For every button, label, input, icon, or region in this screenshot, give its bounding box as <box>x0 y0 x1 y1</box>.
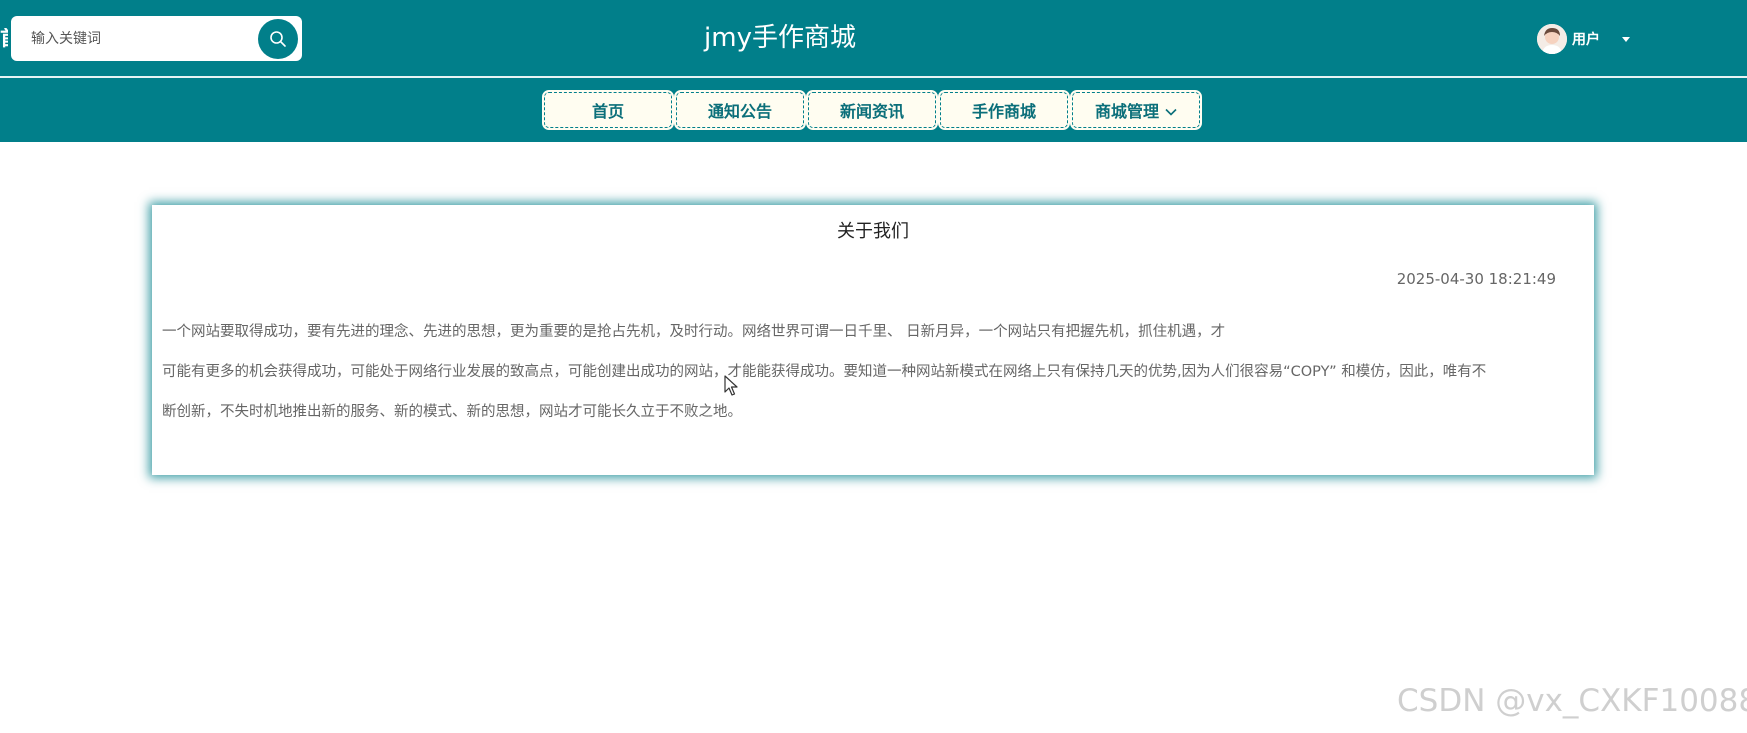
article-card: 关于我们 2025-04-30 18:21:49 一个网站要取得成功，要有先进的… <box>152 205 1594 475</box>
nav-item-news[interactable]: 新闻资讯 <box>806 90 938 130</box>
mouse-cursor-icon <box>724 375 738 396</box>
nav-item-label: 首页 <box>591 102 624 121</box>
search-button[interactable] <box>258 19 298 59</box>
article-body: 一个网站要取得成功，要有先进的理念、先进的思想，更为重要的是抢占先机，及时行动。… <box>162 320 1578 440</box>
search-box <box>11 16 302 61</box>
nav-item-label: 手作商城 <box>971 102 1036 121</box>
caret-down-icon <box>1622 37 1630 42</box>
nav-list: 首页 通知公告 新闻资讯 手作商城 商城管理 <box>542 90 1202 130</box>
search-input[interactable] <box>23 22 279 55</box>
article-date: 2025-04-30 18:21:49 <box>1396 270 1556 288</box>
article-paragraph: 可能有更多的机会获得成功，可能处于网络行业发展的致高点，可能创建出成功的网站，才… <box>162 364 1487 380</box>
nav-item-label: 通知公告 <box>707 102 772 121</box>
article-paragraph: 一个网站要取得成功，要有先进的理念、先进的思想，更为重要的是抢占先机，及时行动。… <box>162 324 1226 340</box>
top-header: 首 jmy手作商城 用户 <box>0 0 1747 78</box>
site-title: jmy手作商城 <box>704 23 856 53</box>
nav-item-shop-admin[interactable]: 商城管理 <box>1070 90 1202 130</box>
search-icon <box>270 31 286 47</box>
nav-item-notices[interactable]: 通知公告 <box>674 90 806 130</box>
nav-item-shop[interactable]: 手作商城 <box>938 90 1070 130</box>
clipped-logo-glyph: 首 <box>0 28 8 48</box>
avatar <box>1537 24 1567 54</box>
chevron-down-icon <box>1165 101 1177 120</box>
article-title: 关于我们 <box>837 221 909 242</box>
watermark: CSDN @vx_CXKF10088 <box>1397 683 1747 719</box>
main-nav: 首页 通知公告 新闻资讯 手作商城 商城管理 <box>0 78 1747 142</box>
article-paragraph: 断创新，不失时机地推出新的服务、新的模式、新的思想，网站才可能长久立于不败之地。 <box>162 404 742 420</box>
nav-item-label: 新闻资讯 <box>839 102 904 121</box>
user-name: 用户 <box>1572 32 1600 48</box>
nav-item-home[interactable]: 首页 <box>542 90 674 130</box>
nav-item-label: 商城管理 <box>1094 102 1159 121</box>
